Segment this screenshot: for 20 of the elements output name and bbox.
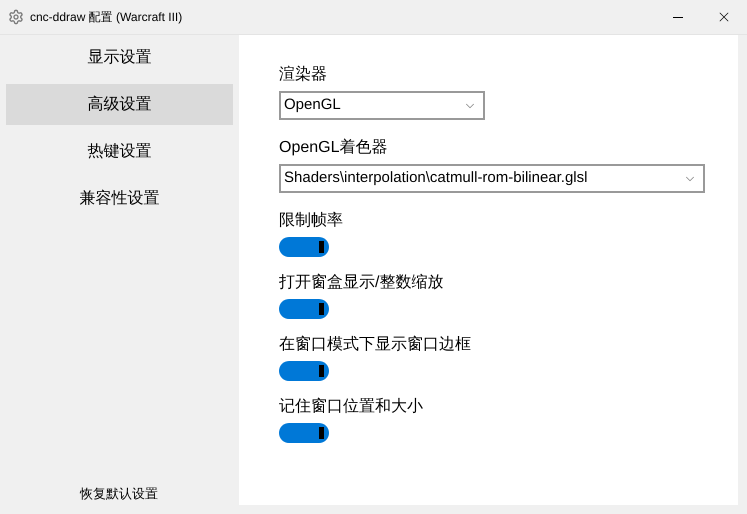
window-title: cnc-ddraw 配置 (Warcraft III) xyxy=(30,9,182,26)
toggle-switch[interactable] xyxy=(279,423,329,443)
minimize-icon xyxy=(673,16,683,18)
setting-label: 记住窗口位置和大小 xyxy=(279,396,424,417)
setting-label: OpenGL着色器 xyxy=(279,138,388,158)
dropdown[interactable]: OpenGL xyxy=(279,91,485,120)
reset-defaults-link[interactable]: 恢复默认设置 xyxy=(80,484,158,503)
setting-label: 打开窗盒显示/整数缩放 xyxy=(279,272,444,293)
dropdown[interactable]: Shaders\interpolation\catmull-rom-bilinear.glsl xyxy=(279,164,705,193)
setting-label: 渲染器 xyxy=(279,64,328,85)
sidebar-item[interactable]: 热键设置 xyxy=(6,131,233,172)
gear-icon xyxy=(8,9,24,25)
setting-label: 限制帧率 xyxy=(279,210,344,231)
sidebar-item[interactable]: 兼容性设置 xyxy=(6,178,233,219)
setting-label: 在窗口模式下显示窗口边框 xyxy=(279,334,472,355)
toggle-switch[interactable] xyxy=(279,299,329,319)
toggle-switch[interactable] xyxy=(279,237,329,257)
toggle-switch[interactable] xyxy=(279,361,329,381)
sidebar-item[interactable]: 显示设置 xyxy=(6,37,233,78)
sidebar-item[interactable]: 高级设置 xyxy=(6,84,233,125)
